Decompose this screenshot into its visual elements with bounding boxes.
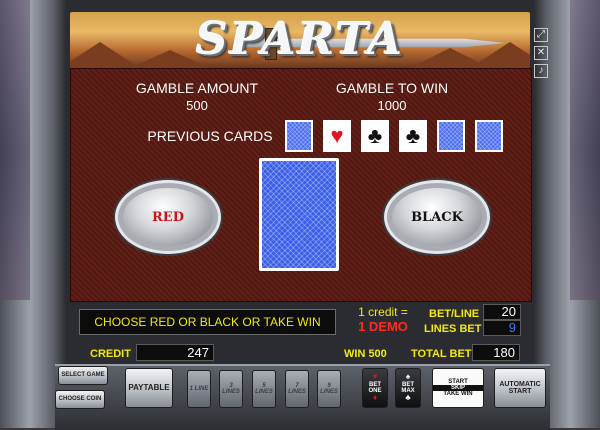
previous-card-clubs: ♣ <box>361 120 389 152</box>
gamble-card-back <box>259 158 339 271</box>
total-bet-value: 180 <box>472 344 520 361</box>
clubs-icon: ♣ <box>405 123 421 148</box>
diamond-icon: ♦ <box>372 393 378 403</box>
status-message: CHOOSE RED OR BLACK OR TAKE WIN <box>79 309 336 335</box>
credit-rate: 1 credit = <box>358 305 408 319</box>
bet-line-value: 20 <box>483 304 521 320</box>
choose-coin-button[interactable]: CHOOSE COIN <box>55 390 105 409</box>
credit-value: 247 <box>136 344 214 361</box>
previous-card-back <box>285 120 313 152</box>
5-lines-button[interactable]: 5 LINES <box>252 370 276 408</box>
1-line-button[interactable]: 1 LINE <box>187 370 211 408</box>
clubs-icon: ♣ <box>367 123 383 148</box>
paytable-button[interactable]: PAYTABLE <box>125 368 173 408</box>
fullscreen-icon[interactable]: ⤢ <box>534 28 548 42</box>
gamble-to-win-value: 1000 <box>377 98 407 113</box>
red-button[interactable]: RED <box>115 180 221 254</box>
credit-demo: 1 DEMO <box>358 319 408 334</box>
gamble-amount-label: GAMBLE AMOUNT <box>135 80 259 96</box>
automatic-start-button[interactable]: AUTOMATIC START <box>494 368 546 408</box>
heart-icon: ♥ <box>372 372 378 382</box>
select-game-button[interactable]: SELECT GAME <box>58 366 108 385</box>
previous-cards-label: PREVIOUS CARDS <box>147 128 273 144</box>
lines-bet-label: LINES BET <box>424 323 482 335</box>
bet-line-label: BET/LINE <box>429 308 480 320</box>
lines-bet-value: 9 <box>483 320 521 336</box>
sound-icon[interactable]: ♪ <box>534 64 548 78</box>
bet-one-button[interactable]: ♥ BET ONE ♦ <box>362 368 388 408</box>
9-lines-button[interactable]: 9 LINES <box>317 370 341 408</box>
cabinet-right-trim <box>570 0 600 300</box>
7-lines-button[interactable]: 7 LINES <box>285 370 309 408</box>
win-label: WIN 500 <box>344 348 387 360</box>
previous-card-back <box>475 120 503 152</box>
3-lines-button[interactable]: 3 LINES <box>219 370 243 408</box>
bet-max-button[interactable]: ♠ BET MAX ♣ <box>395 368 421 408</box>
total-bet-label: TOTAL BET <box>411 348 472 360</box>
cabinet-left-trim <box>0 0 30 300</box>
previous-card-back <box>437 120 465 152</box>
gamble-amount-value: 500 <box>186 98 208 113</box>
credit-label: CREDIT <box>90 348 131 360</box>
game-header: SPARTA <box>70 12 530 68</box>
previous-card-hearts: ♥ <box>323 120 351 152</box>
game-logo: SPARTA <box>195 14 405 65</box>
close-icon[interactable]: ✕ <box>534 46 548 60</box>
hearts-icon: ♥ <box>330 123 344 148</box>
take-win-label: TAKE WIN <box>443 391 473 398</box>
start-skip-takewin-button[interactable]: START SKIP TAKE WIN <box>432 368 484 408</box>
club-icon: ♣ <box>405 393 411 403</box>
spade-icon: ♠ <box>405 372 411 382</box>
previous-card-clubs: ♣ <box>399 120 427 152</box>
black-button[interactable]: BLACK <box>384 180 490 254</box>
window-controls: ⤢ ✕ ♪ <box>534 28 548 82</box>
gamble-to-win-label: GAMBLE TO WIN <box>335 80 449 96</box>
red-button-label: RED <box>152 209 184 225</box>
black-button-label: BLACK <box>411 209 463 225</box>
